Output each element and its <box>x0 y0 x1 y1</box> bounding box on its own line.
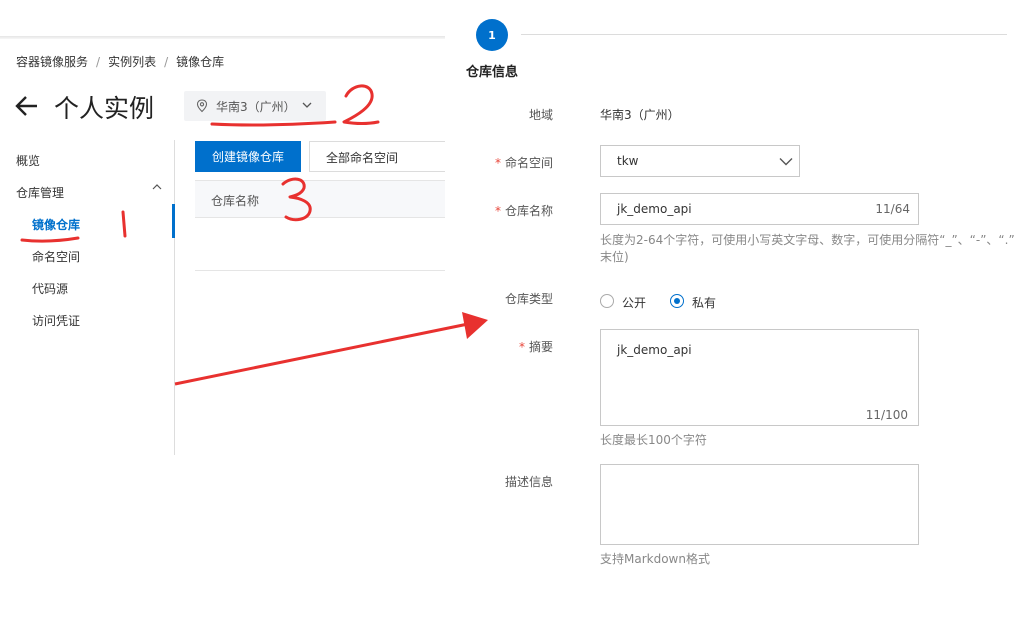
namespace-select-value: tkw <box>617 154 639 168</box>
sidebar-group-repo-management[interactable]: 仓库管理 <box>16 184 64 201</box>
chevron-down-icon <box>302 102 312 108</box>
description-textarea[interactable] <box>600 464 919 545</box>
namespace-field-label: * 命名空间 <box>494 156 553 170</box>
repo-name-field-label: * 仓库名称 <box>494 204 553 218</box>
table-header: 仓库名称 <box>195 180 445 218</box>
step-line <box>521 34 1007 35</box>
repo-name-hint: 长度为2-64个字符，可使用小写英文字母、数字，可使用分隔符“_”、“-”、“.… <box>600 233 1015 247</box>
radio-public[interactable] <box>600 294 614 308</box>
sidebar-item-code-source[interactable]: 代码源 <box>32 280 68 297</box>
breadcrumb: 容器镜像服务 / 实例列表 / 镜像仓库 <box>16 55 225 69</box>
location-pin-icon <box>196 99 208 113</box>
chevron-up-icon[interactable] <box>152 183 162 191</box>
namespace-filter[interactable]: 全部命名空间 <box>309 141 445 172</box>
repo-name-char-count: 11/64 <box>875 202 910 216</box>
region-selector[interactable]: 华南3（广州） <box>184 91 326 121</box>
sidebar-item-image-repositories[interactable]: 镜像仓库 <box>32 216 80 233</box>
column-header-repo-name[interactable]: 仓库名称 <box>211 192 259 209</box>
step-title: 仓库信息 <box>466 65 519 80</box>
sidebar-divider <box>174 140 175 455</box>
region-field-label: 地域 <box>528 108 553 122</box>
sidebar-item-overview[interactable]: 概览 <box>16 152 40 169</box>
summary-char-count: 11/100 <box>865 408 908 422</box>
chevron-down-icon <box>779 158 793 166</box>
table-row-divider <box>195 270 445 271</box>
sidebar-item-namespaces[interactable]: 命名空间 <box>32 248 80 265</box>
radio-private-label[interactable]: 私有 <box>692 294 716 311</box>
breadcrumb-item[interactable]: 实例列表 <box>108 55 156 69</box>
repo-name-input[interactable]: jk_demo_api 11/64 <box>600 193 919 225</box>
radio-public-label[interactable]: 公开 <box>622 294 646 311</box>
repo-name-label-text: 仓库名称 <box>504 204 553 218</box>
back-arrow-icon[interactable] <box>14 93 40 119</box>
page-title: 个人实例 <box>54 94 155 123</box>
step-indicator: 1 <box>476 19 508 51</box>
repo-name-input-value: jk_demo_api <box>617 202 692 216</box>
breadcrumb-item: 镜像仓库 <box>176 55 225 69</box>
summary-textarea[interactable]: jk_demo_api 11/100 <box>600 329 919 426</box>
namespace-select[interactable]: tkw <box>600 145 800 177</box>
radio-private[interactable] <box>670 294 684 308</box>
sidebar-item-access-credentials[interactable]: 访问凭证 <box>32 312 80 329</box>
repo-type-field-label: 仓库类型 <box>504 292 553 306</box>
breadcrumb-item[interactable]: 容器镜像服务 <box>16 55 88 69</box>
summary-field-label: * 摘要 <box>518 340 553 354</box>
create-repository-button[interactable]: 创建镜像仓库 <box>195 141 301 172</box>
topbar-divider <box>0 36 445 39</box>
summary-textarea-value: jk_demo_api <box>617 343 692 357</box>
namespace-label-text: 命名空间 <box>504 156 553 170</box>
description-field-label: 描述信息 <box>504 475 553 489</box>
sidebar-active-indicator <box>172 204 175 238</box>
annotation-arrow-head <box>462 312 488 339</box>
summary-label-text: 摘要 <box>528 340 553 354</box>
summary-hint: 长度最长100个字符 <box>600 433 707 447</box>
region-label: 华南3（广州） <box>216 100 296 114</box>
repo-name-hint-cont: 末位) <box>600 250 629 264</box>
description-hint: 支持Markdown格式 <box>600 552 710 566</box>
region-field-value: 华南3（广州） <box>600 108 680 122</box>
